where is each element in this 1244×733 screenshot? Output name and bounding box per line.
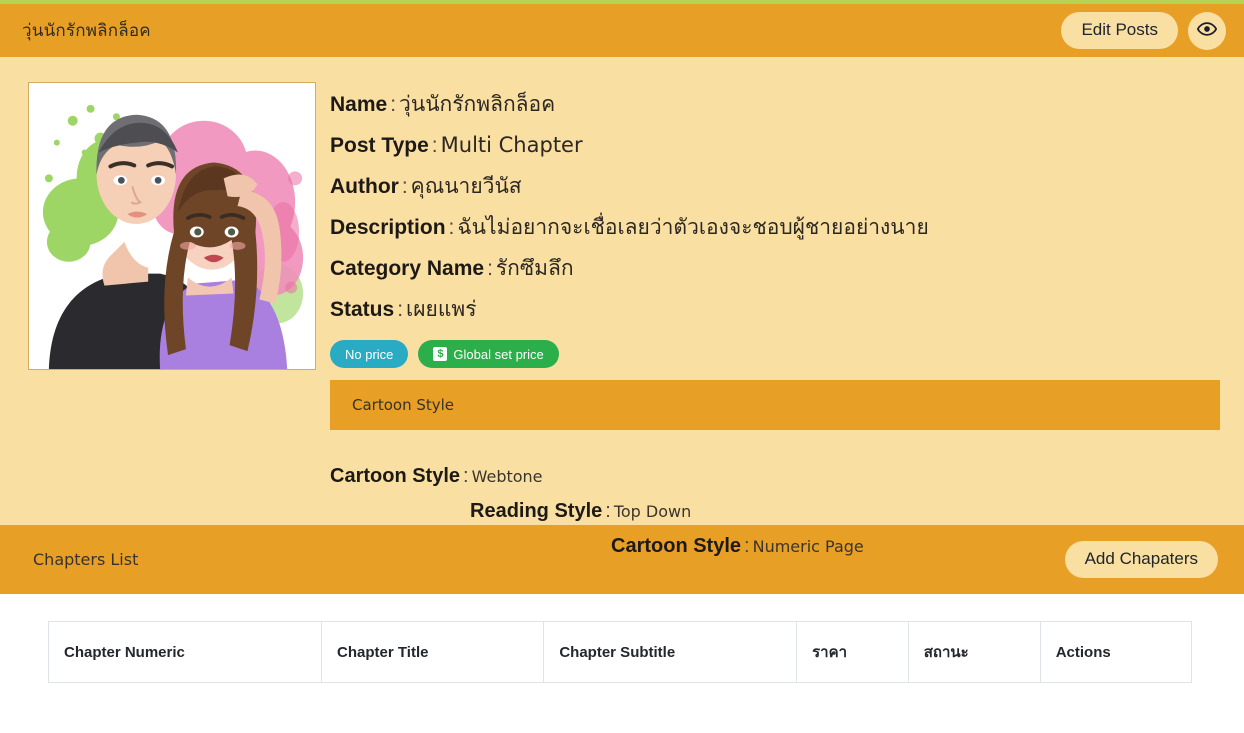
eye-icon [1196,19,1218,42]
page-root: วุ่นนักรักพลิกล็อค Edit Posts Name: วุ่… [0,0,1244,733]
preview-button[interactable] [1188,11,1226,50]
info-value: วุ่นนักรักพลิกล็อค [399,92,556,116]
chapters-table-head: Chapter Numeric Chapter Title Chapter Su… [47,621,1193,683]
style-row-cartoon-style: Cartoon Style: Webtone [330,464,1220,489]
no-price-badge-label: No price [345,346,394,362]
edit-posts-button[interactable]: Edit Posts [1061,12,1178,49]
info-separator: : [390,93,397,116]
info-label: Status [330,298,395,321]
cartoon-style-banner: Cartoon Style [330,380,1220,430]
info-label: Description [330,216,446,239]
page-header: วุ่นนักรักพลิกล็อค Edit Posts [0,4,1244,57]
column-header-price[interactable]: ราคา [796,621,909,683]
table-header-row: Chapter Numeric Chapter Title Chapter Su… [47,621,1193,683]
info-value: คุณนายวีนัส [410,174,522,198]
column-header-chapter-title[interactable]: Chapter Title [321,621,545,683]
style-separator: : [744,535,750,557]
style-value: Top Down [613,502,692,521]
page-title: วุ่นนักรักพลิกล็อค [22,21,151,41]
style-label: Cartoon Style [611,535,742,557]
info-separator: : [431,134,438,157]
column-header-chapter-subtitle[interactable]: Chapter Subtitle [543,621,798,683]
dollar-icon: $ [433,347,448,361]
cover-image-wrap [28,82,316,505]
info-label: Post Type [330,134,429,157]
cartoon-style-banner-label: Cartoon Style [352,396,455,414]
info-separator: : [397,298,404,321]
chapters-table-area: Chapter Numeric Chapter Title Chapter Su… [0,594,1244,709]
info-label: Name [330,93,388,116]
info-separator: : [448,216,455,239]
info-separator: : [401,175,408,198]
post-details: Name: วุ่นนักรักพลิกล็อค Post Type: Multi … [330,82,1220,557]
global-set-price-badge-label: Global set price [453,346,544,362]
style-separator: : [605,500,611,522]
cover-image [28,82,316,370]
info-row-status: Status: เผยแพร่ [330,289,1220,330]
info-row-post-type: Post Type: Multi Chapter [330,125,1220,166]
chapters-list-title: Chapters List [33,550,139,569]
no-price-badge[interactable]: No price [330,340,409,368]
info-row-author: Author: คุณนายวีนัส [330,166,1220,207]
price-badges: No price $ Global set price [330,340,1220,368]
info-value: ฉันไม่อยากจะเชื่อเลยว่าตัวเองจะชอบผู้ชาย… [457,215,929,239]
style-label: Reading Style [470,500,603,522]
global-set-price-badge[interactable]: $ Global set price [418,340,559,368]
style-value: Webtone [471,467,543,486]
info-value: Multi Chapter [440,133,583,157]
info-row-description: Description: ฉันไม่อยากจะเชื่อเลยว่าตัวเอ… [330,207,1220,248]
info-row-name: Name: วุ่นนักรักพลิกล็อค [330,84,1220,125]
chapters-table: Chapter Numeric Chapter Title Chapter Su… [47,621,1193,683]
info-label: Category Name [330,257,485,280]
column-header-status[interactable]: สถานะ [907,621,1041,683]
column-header-chapter-numeric[interactable]: Chapter Numeric [47,621,323,683]
style-value: Numeric Page [752,537,864,556]
column-header-actions[interactable]: Actions [1039,621,1193,683]
info-value: รักซึมลึก [495,256,574,280]
style-row-reading-style: Reading Style: Top Down [330,499,1220,524]
add-chapters-button[interactable]: Add Chapaters [1064,541,1218,578]
style-separator: : [463,465,469,487]
style-label: Cartoon Style [330,465,461,487]
info-row-category-name: Category Name: รักซึมลึก [330,248,1220,289]
info-value: เผยแพร่ [406,297,477,321]
info-separator: : [487,257,493,280]
header-actions: Edit Posts [1061,11,1226,50]
info-label: Author [330,175,399,198]
post-info-panel: Name: วุ่นนักรักพลิกล็อค Post Type: Multi … [0,57,1244,557]
